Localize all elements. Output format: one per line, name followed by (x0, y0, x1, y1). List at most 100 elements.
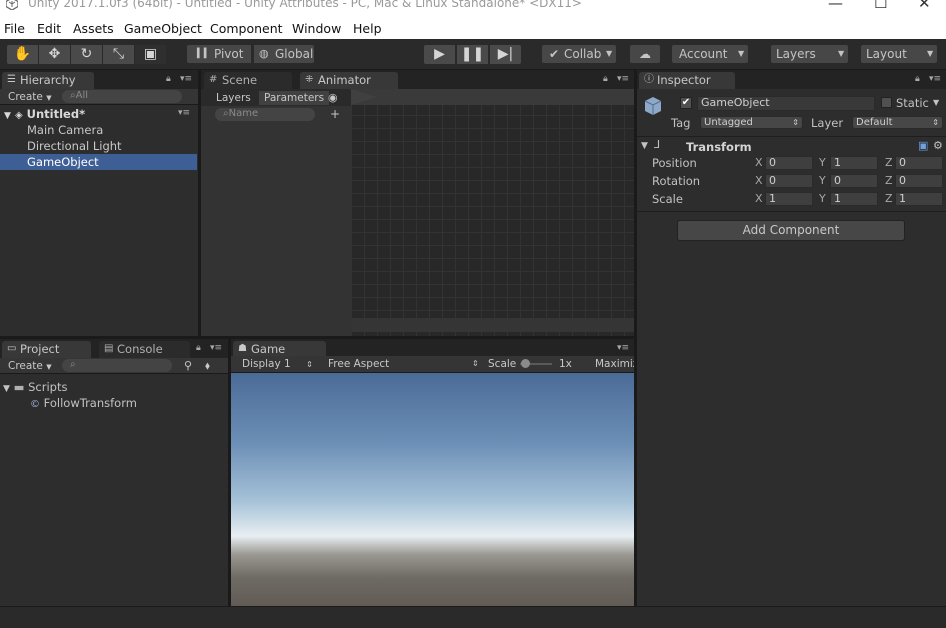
menu-edit[interactable]: Edit (37, 21, 61, 36)
scale-x-field[interactable]: 1 (765, 192, 813, 206)
pause-icon[interactable]: ❚❚ (456, 44, 489, 65)
filter-label-icon[interactable]: ⬧ (205, 359, 210, 373)
add-parameter-button[interactable]: + (330, 107, 340, 121)
lock-icon[interactable]: 🔒︎ (166, 74, 171, 84)
gear-icon[interactable]: ⚙ (933, 138, 943, 154)
menu-gameobject[interactable]: GameObject (124, 21, 202, 36)
pivot-toggle[interactable]: ▍▍ Pivot (186, 44, 252, 64)
help-book-icon[interactable]: ▣ (918, 138, 928, 154)
parameter-search-input[interactable]: ⌕Name (215, 108, 315, 121)
menu-help[interactable]: Help (353, 21, 382, 36)
gameobject-cube-icon (642, 95, 664, 117)
eye-icon[interactable]: ◉ (328, 91, 338, 105)
menu-assets[interactable]: Assets (73, 21, 114, 36)
folder-scripts[interactable]: ▼ ▬ Scripts (3, 379, 67, 395)
static-checkbox[interactable] (881, 97, 892, 108)
position-label: Position (652, 156, 697, 170)
panel-menu-icon[interactable]: ▾≡ (617, 74, 629, 84)
hand-tool-icon[interactable]: ✋ (6, 44, 39, 65)
lock-icon[interactable]: 🔒︎ (915, 74, 920, 84)
tab-animator[interactable]: ⁜ Animator (300, 72, 398, 89)
filter-type-icon[interactable]: ⚲ (184, 359, 192, 373)
tab-scene[interactable]: # Scene (204, 72, 292, 89)
tab-animator-layers[interactable]: Layers (216, 91, 251, 105)
close-icon[interactable]: ✕ (918, 0, 931, 12)
layout-dropdown[interactable]: Layout ▼ (860, 44, 938, 64)
tab-project[interactable]: ▭ Project (2, 341, 91, 358)
tab-animator-parameters[interactable]: Parameters (259, 91, 330, 105)
hierarchy-search-input[interactable]: ⌕All (62, 90, 182, 103)
search-icon: ⌕ (70, 359, 76, 370)
play-icon[interactable]: ▶ (423, 44, 456, 65)
axis-y-label: Y (819, 192, 826, 205)
scene-root-item[interactable]: ▼ ◈ Untitled* (4, 106, 85, 122)
collab-dropdown[interactable]: ✔ Collab ▼ (541, 44, 617, 64)
scale-y-field[interactable]: 1 (830, 192, 878, 206)
tag-dropdown[interactable]: Untagged ⇕ (700, 116, 803, 129)
aspect-dropdown[interactable]: Free Aspect ⇕ (328, 357, 479, 371)
position-y-field[interactable]: 1 (830, 156, 878, 170)
tab-hierarchy[interactable]: ☰ Hierarchy (2, 72, 94, 89)
hierarchy-item-directional-light[interactable]: Directional Light (0, 138, 197, 154)
tag-label: Tag (671, 116, 691, 130)
scene-menu-icon[interactable]: ▾≡ (178, 108, 190, 118)
move-tool-icon[interactable]: ✥ (38, 44, 71, 65)
position-z-field[interactable]: 0 (895, 156, 943, 170)
axis-z-label: Z (885, 192, 893, 205)
rotation-z-field[interactable]: 0 (895, 174, 943, 188)
menu-window[interactable]: Window (292, 21, 341, 36)
rotate-tool-icon[interactable]: ↻ (70, 44, 103, 65)
scale-tool-icon[interactable]: ⤡ (102, 44, 135, 65)
scale-slider-thumb[interactable] (521, 359, 530, 368)
minimize-icon[interactable]: — (828, 0, 843, 12)
account-dropdown[interactable]: Account ▼ (671, 44, 749, 64)
layer-dropdown[interactable]: Default ⇕ (852, 116, 943, 129)
layers-dropdown[interactable]: Layers ▼ (770, 44, 849, 64)
animator-graph-canvas[interactable] (351, 89, 634, 336)
scale-z-field[interactable]: 1 (895, 192, 943, 206)
add-component-button[interactable]: Add Component (677, 220, 905, 241)
create-dropdown[interactable]: Create ▼ (8, 359, 52, 373)
create-dropdown[interactable]: Create ▼ (8, 90, 52, 104)
menu-file[interactable]: File (4, 21, 25, 36)
unity-scene-icon: ◈ (14, 110, 23, 121)
cloud-button[interactable]: ☁ (629, 44, 661, 64)
position-x-field[interactable]: 0 (765, 156, 813, 170)
panel-menu-icon[interactable]: ▾≡ (180, 74, 192, 84)
transform-expand-icon[interactable]: ▼ (641, 138, 648, 154)
axis-x-label: X (755, 174, 763, 187)
transform-header[interactable]: Transform (686, 139, 752, 155)
panel-menu-icon[interactable]: ▾≡ (929, 74, 941, 84)
global-toggle[interactable]: ◍ Global (253, 44, 315, 64)
tab-console[interactable]: ▤ Console (99, 341, 190, 358)
csharp-script-icon: © (30, 399, 40, 410)
panel-menu-icon[interactable]: ▾≡ (210, 343, 222, 353)
tab-inspector[interactable]: ⓘ Inspector (639, 72, 735, 89)
rotation-y-field[interactable]: 0 (830, 174, 878, 188)
inspector-panel: ⓘ Inspector 🔒︎ ▾≡ ✔ GameObject Static ▼ T… (637, 70, 946, 606)
file-followtransform[interactable]: © FollowTransform (30, 395, 137, 411)
step-icon[interactable]: ▶| (489, 44, 522, 65)
project-search-input[interactable]: ⌕ (62, 359, 172, 372)
chevron-down-icon: ▼ (738, 49, 745, 58)
hierarchy-item-main-camera[interactable]: Main Camera (0, 122, 197, 138)
rotation-x-field[interactable]: 0 (765, 174, 813, 188)
menu-bar: File Edit Assets GameObject Component Wi… (0, 18, 946, 39)
hierarchy-item-gameobject[interactable]: GameObject (0, 154, 197, 170)
active-checkbox[interactable]: ✔ (680, 97, 692, 109)
rect-tool-icon[interactable]: ▣ (134, 44, 167, 65)
gameobject-name-input[interactable]: GameObject (697, 96, 875, 111)
maximize-icon[interactable]: ☐ (874, 0, 887, 12)
scale-value: 1x (559, 358, 572, 370)
game-view-render[interactable] (231, 373, 634, 606)
axis-z-label: Z (885, 174, 893, 187)
panel-menu-icon[interactable]: ▾≡ (617, 343, 629, 353)
lock-icon[interactable]: 🔒︎ (603, 74, 608, 84)
menu-component[interactable]: Component (210, 21, 283, 36)
chevron-down-icon[interactable]: ▼ (933, 95, 939, 111)
lock-icon[interactable]: 🔒︎ (196, 343, 201, 353)
display-dropdown[interactable]: Display 1 ⇕ (242, 357, 313, 371)
axis-x-label: X (755, 156, 763, 169)
horizontal-scrollbar[interactable] (351, 318, 634, 332)
maximize-on-play-toggle[interactable]: Maximize On Play (595, 357, 634, 371)
